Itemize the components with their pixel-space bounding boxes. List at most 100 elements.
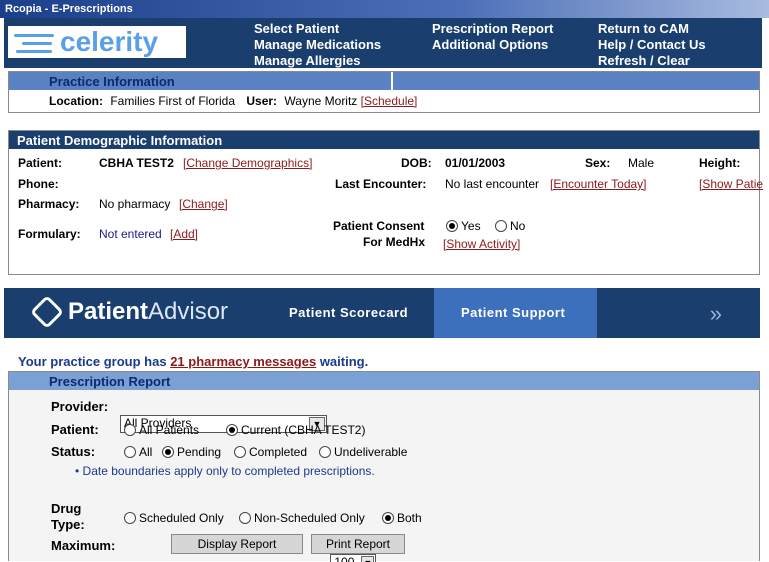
patient-scorecard-tab[interactable]: Patient Scorecard	[289, 305, 408, 320]
drug-both-option[interactable]: Both	[382, 511, 422, 525]
celerity-logo: celerity	[8, 26, 186, 58]
drug-type-label: Drug	[51, 501, 82, 516]
app-header: celerity Select Patient Manage Medicatio…	[4, 18, 762, 68]
patient-advisor-logo-icon	[30, 295, 64, 329]
patient-all-option[interactable]: All Patients	[124, 423, 199, 437]
consent-yes-radio[interactable]	[446, 220, 458, 232]
last-encounter-value: No last encounter	[445, 177, 540, 191]
double-chevron-right-icon[interactable]: »	[710, 301, 722, 327]
print-report-button[interactable]: Print Report	[311, 534, 405, 554]
sex-label: Sex:	[585, 156, 611, 170]
maximum-select-value: 100	[334, 555, 355, 562]
patient-label: Patient:	[18, 156, 63, 170]
status-undeliverable-radio[interactable]	[319, 446, 331, 458]
display-report-button[interactable]: Display Report	[171, 534, 303, 554]
drug-scheduled-label: Scheduled Only	[139, 511, 224, 525]
phone-label: Phone:	[18, 177, 59, 191]
drug-both-label: Both	[397, 511, 422, 525]
logo-lines-icon	[14, 34, 58, 58]
nav-refresh-clear[interactable]: Refresh / Clear	[598, 53, 706, 69]
drug-nonscheduled-radio[interactable]	[239, 512, 251, 524]
nav-manage-allergies[interactable]: Manage Allergies	[254, 53, 381, 69]
nav-return-to-cam[interactable]: Return to CAM	[598, 21, 706, 37]
schedule-link[interactable]: [Schedule]	[361, 94, 418, 108]
nav-column-3: Return to CAM Help / Contact Us Refresh …	[598, 21, 706, 69]
encounter-today-link[interactable]: [Encounter Today]	[550, 177, 647, 191]
last-encounter-label: Last Encounter:	[335, 177, 427, 191]
messages-suffix: waiting.	[319, 354, 369, 369]
practice-info-section: Practice Information Location: Families …	[8, 71, 760, 113]
add-formulary-link[interactable]: [Add]	[170, 227, 198, 241]
prescription-report-heading: Prescription Report	[9, 372, 759, 390]
drug-nonscheduled-option[interactable]: Non-Scheduled Only	[239, 511, 365, 525]
dob-label: DOB:	[401, 156, 432, 170]
status-completed-option[interactable]: Completed	[234, 445, 307, 459]
prescription-report-section: Prescription Report Provider: All Provid…	[8, 371, 760, 562]
status-undeliverable-label: Undeliverable	[334, 445, 408, 459]
date-boundary-note: • Date boundaries apply only to complete…	[75, 464, 375, 478]
patient-current-option[interactable]: Current (CBHA TEST2)	[226, 423, 365, 437]
status-pending-radio[interactable]	[162, 446, 174, 458]
patient-advisor-bar: PatientAdvisor Patient Scorecard Patient…	[4, 288, 760, 338]
consent-yes-option[interactable]: Yes	[446, 219, 481, 233]
drug-type-label-2: Type:	[51, 517, 85, 532]
status-pending-label: Pending	[177, 445, 222, 459]
nav-column-2: Prescription Report Additional Options	[432, 21, 553, 53]
nav-manage-medications[interactable]: Manage Medications	[254, 37, 381, 53]
patient-all-label: All Patients	[139, 423, 200, 437]
location-label: Location:	[49, 94, 103, 108]
nav-help-contact[interactable]: Help / Contact Us	[598, 37, 706, 53]
consent-no-label: No	[510, 219, 526, 233]
location-value: Families First of Florida	[110, 94, 236, 108]
drug-both-radio[interactable]	[382, 512, 394, 524]
patient-all-radio[interactable]	[124, 424, 136, 436]
nav-additional-options[interactable]: Additional Options	[432, 37, 553, 53]
sex-value: Male	[628, 156, 655, 170]
logo-text: celerity	[60, 26, 159, 57]
consent-yes-label: Yes	[461, 219, 481, 233]
maximum-label: Maximum:	[51, 538, 116, 553]
pharmacy-messages-link[interactable]: 21 pharmacy messages	[170, 354, 316, 369]
status-undeliverable-option[interactable]: Undeliverable	[319, 445, 407, 459]
messages-prefix: Your practice group has	[18, 354, 167, 369]
dob-value: 01/01/2003	[445, 156, 506, 170]
status-label: Status:	[51, 444, 96, 459]
consent-no-option[interactable]: No	[495, 219, 525, 233]
status-all-label: All	[139, 445, 153, 459]
patient-current-radio[interactable]	[226, 424, 238, 436]
height-label: Height:	[699, 156, 741, 170]
pharmacy-messages-notice: Your practice group has 21 pharmacy mess…	[18, 354, 368, 369]
pharmacy-value: No pharmacy	[99, 197, 171, 211]
maximum-select[interactable]: 100 ▼	[330, 554, 377, 562]
chevron-down-icon: ▼	[361, 556, 375, 562]
patient-filter-label: Patient:	[51, 422, 99, 437]
patient-support-tab[interactable]: Patient Support	[434, 288, 597, 338]
provider-label: Provider:	[51, 399, 109, 414]
status-completed-radio[interactable]	[234, 446, 246, 458]
drug-nonscheduled-label: Non-Scheduled Only	[254, 511, 365, 525]
nav-column-1: Select Patient Manage Medications Manage…	[254, 21, 381, 69]
status-all-option[interactable]: All	[124, 445, 152, 459]
formulary-value: Not entered	[99, 227, 162, 241]
consent-label: Patient Consent	[333, 219, 425, 233]
show-activity-link[interactable]: [Show Activity]	[443, 237, 520, 251]
change-pharmacy-link[interactable]: [Change]	[179, 197, 228, 211]
consent-no-radio[interactable]	[495, 220, 507, 232]
show-patient-link[interactable]: [Show Patie	[699, 177, 763, 191]
change-demographics-link[interactable]: [Change Demographics]	[183, 156, 312, 170]
user-value: Wayne Moritz	[284, 94, 358, 108]
patient-name: CBHA TEST2	[99, 156, 174, 170]
nav-select-patient[interactable]: Select Patient	[254, 21, 381, 37]
nav-prescription-report[interactable]: Prescription Report	[432, 21, 553, 37]
patient-demographics-heading: Patient Demographic Information	[9, 131, 759, 149]
drug-scheduled-option[interactable]: Scheduled Only	[124, 511, 224, 525]
drug-scheduled-radio[interactable]	[124, 512, 136, 524]
patient-advisor-logo: PatientAdvisor	[68, 298, 229, 325]
formulary-label: Formulary:	[18, 227, 81, 241]
pharmacy-label: Pharmacy:	[18, 197, 80, 211]
patient-current-label: Current (CBHA TEST2)	[241, 423, 366, 437]
status-all-radio[interactable]	[124, 446, 136, 458]
user-label: User:	[246, 94, 278, 108]
window-title: Rcopia - E-Prescriptions	[0, 0, 769, 18]
status-pending-option[interactable]: Pending	[162, 445, 221, 459]
